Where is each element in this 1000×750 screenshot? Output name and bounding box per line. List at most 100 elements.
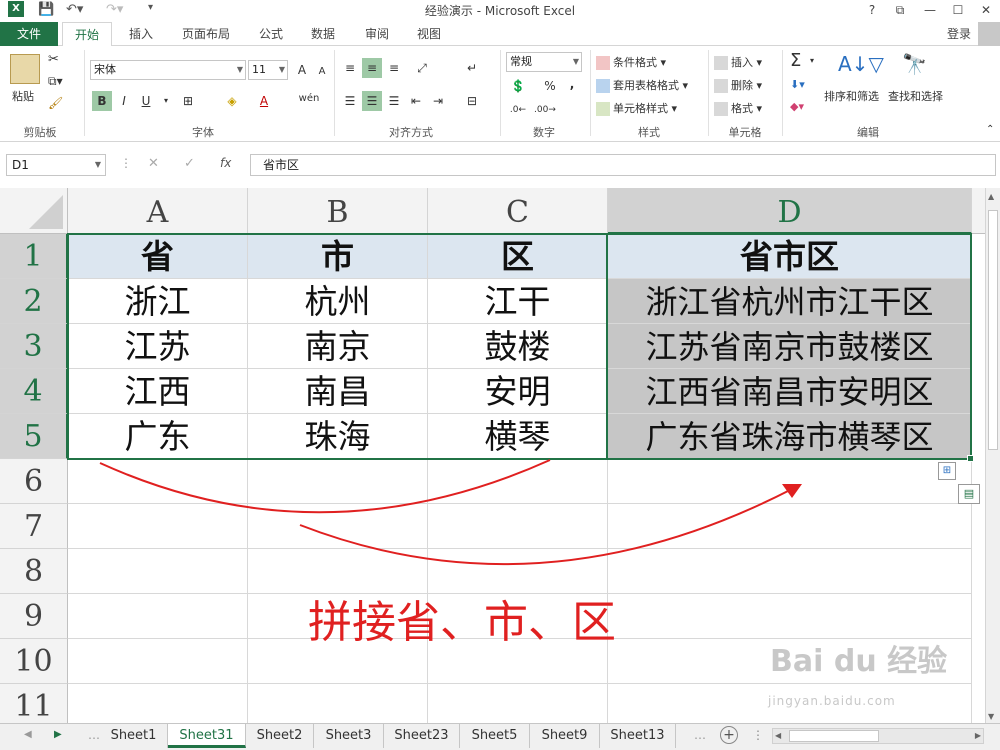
underline-dropdown-icon[interactable]: ▾ bbox=[156, 91, 176, 111]
sort-filter-button[interactable]: 排序和筛选 bbox=[824, 88, 879, 104]
font-color-button[interactable]: A bbox=[254, 91, 274, 111]
sheet-tab-sheet3[interactable]: Sheet3 bbox=[314, 724, 384, 748]
bold-button[interactable]: B bbox=[92, 91, 112, 111]
separator bbox=[782, 50, 783, 136]
scroll-up-icon[interactable]: ▲ bbox=[988, 192, 994, 201]
italic-button[interactable]: I bbox=[114, 91, 134, 111]
paste-button[interactable]: 粘贴 bbox=[12, 88, 34, 104]
decrease-indent-icon[interactable]: ⇤ bbox=[406, 91, 426, 111]
font-name-select[interactable]: 宋体 ▼ bbox=[90, 60, 246, 80]
tab-overflow-icon[interactable]: … bbox=[694, 728, 706, 742]
sheet-tab-sheet23[interactable]: Sheet23 bbox=[384, 724, 460, 748]
formula-input[interactable]: 省市区 bbox=[250, 154, 996, 176]
scroll-left-icon[interactable]: ◀ bbox=[775, 731, 781, 740]
align-top-icon[interactable]: ≡ bbox=[340, 58, 360, 78]
arrow-curve-1 bbox=[99, 459, 551, 514]
ribbon-display-button[interactable]: ⧉ bbox=[888, 1, 912, 19]
tab-page-layout[interactable]: 页面布局 bbox=[172, 22, 240, 46]
split-handle-icon[interactable]: ⋮ bbox=[752, 728, 764, 742]
tab-view[interactable]: 视图 bbox=[406, 22, 452, 46]
sheet-tab-sheet5[interactable]: Sheet5 bbox=[460, 724, 530, 748]
autosum-button[interactable]: Σ bbox=[790, 50, 801, 71]
sheet-tab-bar: ◀ ▶ … Sheet1 Sheet31 Sheet2 Sheet3 Sheet… bbox=[0, 723, 1000, 750]
next-sheet-icon[interactable]: ▶ bbox=[54, 729, 62, 740]
login-link[interactable]: 登录 bbox=[936, 22, 982, 46]
tab-formulas[interactable]: 公式 bbox=[248, 22, 294, 46]
find-select-button[interactable]: 查找和选择 bbox=[888, 88, 943, 104]
sheet-tab-sheet2[interactable]: Sheet2 bbox=[246, 724, 314, 748]
tab-home[interactable]: 开始 bbox=[62, 22, 112, 47]
delete-cells-button[interactable]: 删除 ▾ bbox=[714, 77, 762, 93]
shrink-font-button[interactable]: A bbox=[312, 62, 332, 82]
close-button[interactable]: ✕ bbox=[974, 1, 998, 19]
merge-center-icon[interactable]: ⊟ bbox=[462, 91, 482, 111]
horizontal-scrollbar[interactable]: ◀ ▶ bbox=[772, 728, 984, 744]
number-format-select[interactable]: 常规 ▼ bbox=[506, 52, 582, 72]
increase-indent-icon[interactable]: ⇥ bbox=[428, 91, 448, 111]
align-middle-icon[interactable]: ≡ bbox=[362, 58, 382, 78]
minimize-button[interactable]: — bbox=[918, 1, 942, 19]
sheet-tab-sheet1[interactable]: Sheet1 bbox=[100, 724, 168, 748]
phonetic-button[interactable]: wén bbox=[296, 89, 322, 109]
sheet-tab-sheet13[interactable]: Sheet13 bbox=[600, 724, 676, 748]
collapse-ribbon-icon[interactable]: ⌃ bbox=[986, 124, 994, 135]
fill-icon[interactable]: ⬇▾ bbox=[790, 78, 805, 91]
align-center-icon[interactable]: ☰ bbox=[362, 91, 382, 111]
formula-bar-drag-handle[interactable]: ⋮ bbox=[120, 156, 132, 170]
percent-button[interactable]: % bbox=[540, 76, 560, 96]
underline-button[interactable]: U bbox=[136, 91, 156, 111]
vertical-scroll-thumb[interactable] bbox=[988, 210, 998, 450]
clear-icon[interactable]: ◆▾ bbox=[790, 100, 804, 113]
align-bottom-icon[interactable]: ≡ bbox=[384, 58, 404, 78]
currency-icon[interactable]: 💲 bbox=[508, 76, 528, 96]
insert-function-button[interactable]: fx bbox=[220, 156, 231, 170]
window-title: 经验演示 - Microsoft Excel bbox=[424, 4, 576, 18]
wrap-text-icon[interactable]: ↵ bbox=[462, 58, 482, 78]
align-left-icon[interactable]: ☰ bbox=[340, 91, 360, 111]
cut-icon[interactable]: ✂ bbox=[48, 52, 59, 67]
tab-review[interactable]: 审阅 bbox=[354, 22, 400, 46]
insert-cells-label: 插入 bbox=[731, 56, 753, 69]
tab-data[interactable]: 数据 bbox=[300, 22, 346, 46]
align-right-icon[interactable]: ☰ bbox=[384, 91, 404, 111]
horizontal-scroll-thumb[interactable] bbox=[789, 730, 879, 742]
help-button[interactable]: ? bbox=[860, 1, 884, 19]
sheet-tab-sheet9[interactable]: Sheet9 bbox=[530, 724, 600, 748]
prev-sheet-icon[interactable]: ◀ bbox=[24, 729, 32, 740]
cell-styles-button[interactable]: 单元格样式 ▾ bbox=[596, 100, 677, 116]
account-avatar[interactable] bbox=[978, 22, 1000, 46]
conditional-format-button[interactable]: 条件格式 ▾ bbox=[596, 54, 666, 70]
decrease-decimal-icon[interactable]: .00→ bbox=[534, 100, 556, 120]
maximize-button[interactable]: ☐ bbox=[946, 1, 970, 19]
format-painter-icon[interactable]: 🖌 bbox=[48, 96, 63, 110]
copy-icon[interactable]: ⧉▾ bbox=[48, 74, 63, 89]
insert-cells-button[interactable]: 插入 ▾ bbox=[714, 54, 762, 70]
enter-icon[interactable]: ✓ bbox=[184, 156, 195, 171]
cells-group-label: 单元格 bbox=[728, 126, 762, 139]
format-as-table-button[interactable]: 套用表格格式 ▾ bbox=[596, 77, 688, 93]
editing-group-label: 编辑 bbox=[857, 126, 879, 139]
find-select-icon: 🔭 bbox=[902, 52, 927, 76]
scroll-down-icon[interactable]: ▼ bbox=[988, 712, 994, 721]
cell-styles-label: 单元格样式 bbox=[613, 102, 668, 115]
tab-insert[interactable]: 插入 bbox=[118, 22, 164, 46]
cancel-icon[interactable]: ✕ bbox=[148, 156, 159, 171]
comma-button[interactable]: , bbox=[562, 74, 582, 94]
more-sheets-icon[interactable]: … bbox=[88, 728, 100, 742]
autosum-dropdown-icon[interactable]: ▾ bbox=[810, 56, 814, 65]
increase-decimal-icon[interactable]: .0← bbox=[508, 100, 528, 120]
orientation-icon[interactable]: ⤢ bbox=[412, 58, 432, 78]
font-size-select[interactable]: 11 ▼ bbox=[248, 60, 288, 80]
annotation-text: 拼接省、市、区 bbox=[308, 597, 616, 648]
format-cells-button[interactable]: 格式 ▾ bbox=[714, 100, 762, 116]
separator bbox=[84, 50, 85, 136]
tab-file[interactable]: 文件 bbox=[0, 22, 58, 46]
scroll-right-icon[interactable]: ▶ bbox=[975, 731, 981, 740]
border-icon[interactable]: ⊞ bbox=[178, 91, 198, 111]
add-sheet-icon[interactable]: + bbox=[720, 726, 738, 744]
sheet-tab-sheet31[interactable]: Sheet31 bbox=[168, 724, 246, 748]
name-box[interactable]: D1 ▼ bbox=[6, 154, 106, 176]
grow-font-button[interactable]: A bbox=[292, 60, 312, 80]
vertical-scrollbar[interactable]: ▲ ▼ bbox=[985, 188, 1000, 723]
fill-color-icon[interactable]: ◈ bbox=[222, 91, 242, 111]
